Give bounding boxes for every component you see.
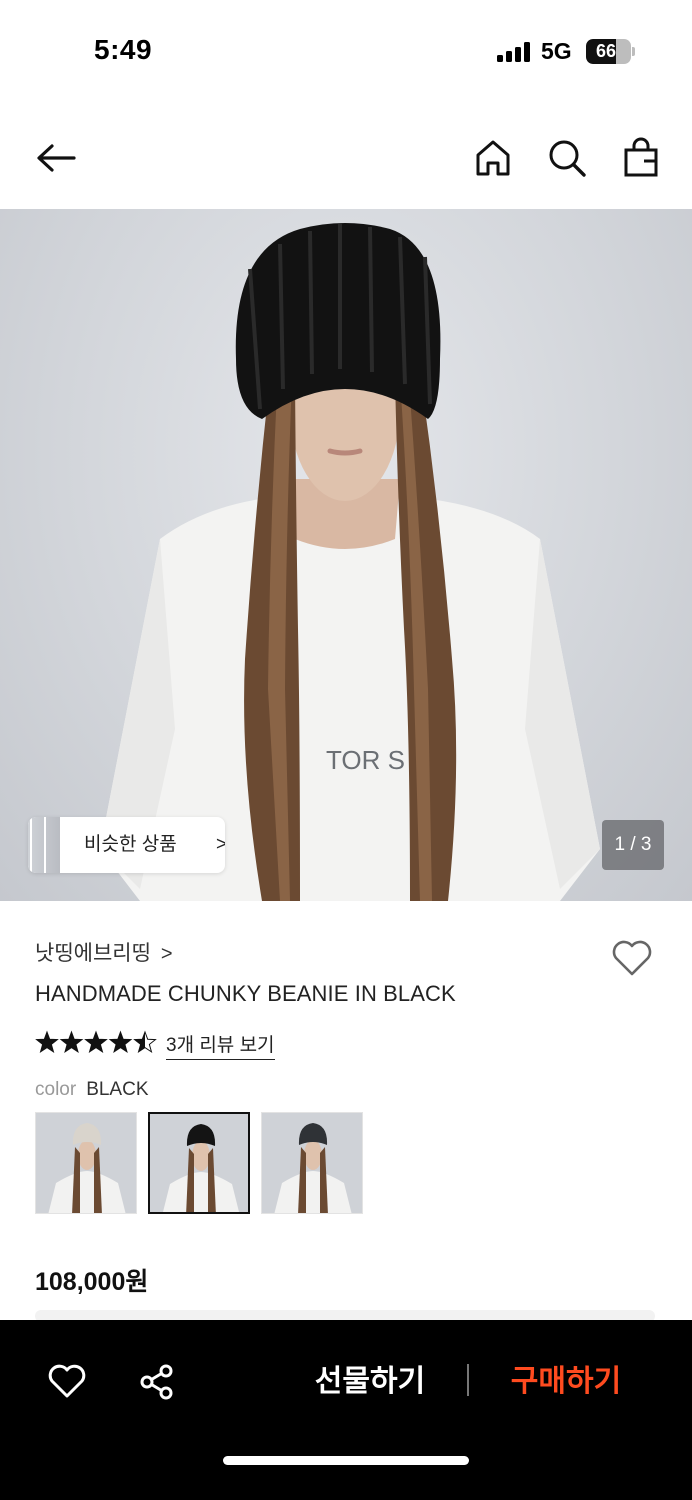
color-swatch-ivory[interactable] (35, 1112, 137, 1214)
similar-products-label: 비슷한 상품 (84, 834, 177, 855)
color-swatch-black[interactable] (148, 1112, 250, 1214)
star-icon (35, 1030, 59, 1054)
color-label: color (35, 1079, 77, 1100)
back-arrow-icon[interactable] (34, 136, 78, 180)
color-option-row: color BLACK (35, 1079, 149, 1101)
chevron-right-icon: > (216, 834, 225, 855)
product-photo: TOR S (100, 223, 600, 901)
battery-icon: 66 (586, 39, 631, 64)
gift-button[interactable]: 선물하기 (300, 1358, 440, 1406)
product-title: HANDMADE CHUNKY BEANIE IN BLACK (35, 981, 456, 1006)
brand-link[interactable]: 낫띵에브리띵 > (35, 937, 173, 967)
status-bar: 5:49 5G 66 (0, 0, 692, 104)
color-value: BLACK (86, 1079, 149, 1100)
star-icon (59, 1030, 84, 1054)
button-separator (467, 1364, 469, 1396)
star-icon (108, 1030, 133, 1054)
bottom-action-bar: 선물하기 구매하기 (0, 1320, 692, 1500)
home-icon[interactable] (471, 136, 515, 180)
color-swatch-charcoal[interactable] (261, 1112, 363, 1214)
home-indicator[interactable] (223, 1456, 469, 1465)
wishlist-heart-icon[interactable] (610, 937, 654, 979)
image-page-counter: 1 / 3 (602, 820, 664, 870)
share-icon[interactable] (133, 1358, 181, 1406)
battery-cap (632, 47, 635, 56)
star-icon (133, 1030, 157, 1054)
star-icon (84, 1030, 108, 1054)
network-type: 5G (541, 38, 572, 64)
product-price: 108,000원 (35, 1268, 149, 1296)
review-link[interactable]: 3개 리뷰 보기 (166, 1030, 275, 1060)
status-time: 5:49 (94, 34, 153, 65)
similar-products-thumbnail (28, 817, 62, 873)
search-icon[interactable] (545, 136, 589, 180)
similar-products-button[interactable]: 비슷한 상품 > (28, 817, 225, 873)
cellular-signal-icon (497, 42, 533, 62)
brand-name: 낫띵에브리띵 (35, 942, 151, 965)
product-image-carousel[interactable]: TOR S 비슷한 상품 > 1 / 3 (0, 209, 692, 901)
heart-icon[interactable] (43, 1358, 91, 1406)
chevron-right-icon: > (160, 943, 173, 965)
shirt-print-text: TOR S (326, 745, 405, 775)
battery-percent: 66 (595, 41, 617, 61)
shopping-bag-icon[interactable] (619, 136, 663, 180)
top-navigation (0, 120, 692, 196)
buy-button[interactable]: 구매하기 (496, 1358, 636, 1406)
star-rating (35, 1030, 157, 1054)
